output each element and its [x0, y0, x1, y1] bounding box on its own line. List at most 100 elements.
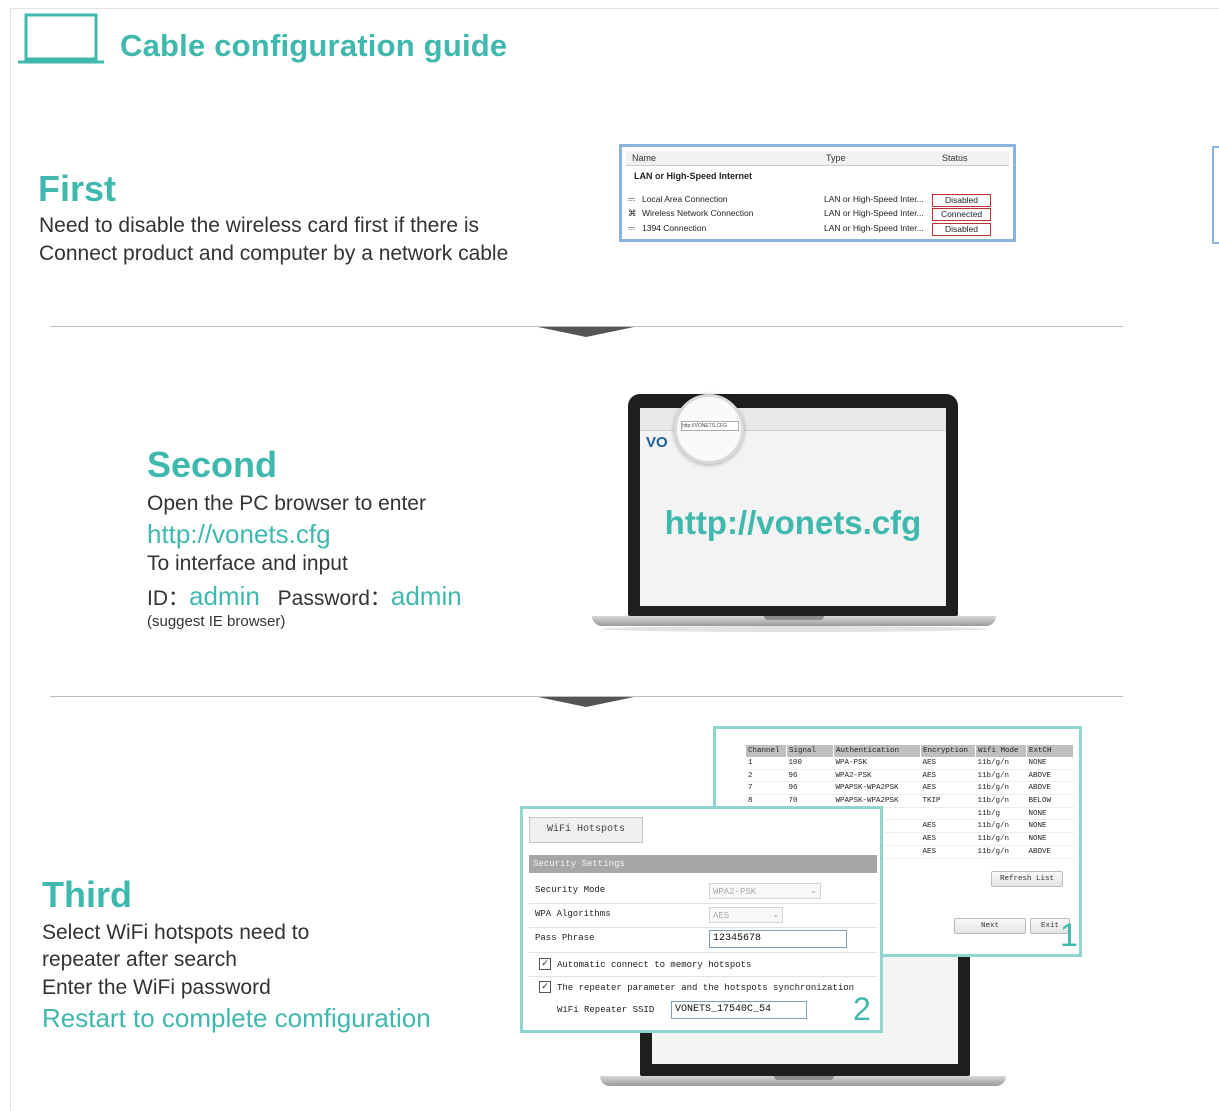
cell-mode: 11b/g/n	[975, 794, 1027, 808]
col-signal: Signal	[786, 745, 834, 757]
cell-encryption: AES	[920, 819, 976, 834]
cell-encryption: TKIP	[920, 794, 976, 808]
status-badge: Disabled	[932, 194, 991, 207]
laptop-notch	[774, 1076, 834, 1080]
sync-label: The repeater parameter and the hotspots …	[557, 983, 855, 993]
wpa-algorithms-select[interactable]: AES ⌄	[709, 907, 783, 923]
cell-mode: 11b/g/n	[975, 819, 1027, 834]
screen-url-text: http://vonets.cfg	[664, 504, 922, 541]
chevron-down-icon: ⌄	[810, 887, 817, 896]
step-second-title: Second	[147, 444, 278, 485]
cell-extch: NONE	[1026, 832, 1074, 846]
row-divider	[529, 927, 877, 928]
connection-row[interactable]: ⎓ Local Area Connection LAN or High-Spee…	[628, 193, 1008, 207]
laptop-outline-icon	[18, 13, 104, 64]
frame-left-border	[10, 8, 11, 1111]
table-row[interactable]: 7 96 WPAPSK-WPA2PSK AES 11b/g/n ABOVE	[746, 781, 1074, 796]
step-first-line1: Need to disable the wireless card first …	[39, 214, 480, 237]
pass-phrase-input[interactable]: 12345678	[709, 930, 847, 948]
tab-wifi-hotspots[interactable]: WiFi Hotspots	[529, 817, 643, 843]
cell-extch: ABOVE	[1026, 781, 1074, 796]
connection-row[interactable]: ⌘ Wireless Network Connection LAN or Hig…	[628, 207, 1008, 221]
callout-number-1: 1	[1060, 917, 1078, 953]
cell-extch: NONE	[1026, 807, 1074, 821]
cell-encryption: AES	[920, 781, 976, 796]
cell-extch: BELOW	[1026, 794, 1074, 808]
connection-type: LAN or High-Speed Inter...	[824, 223, 924, 233]
credentials-line: ID：admin Password：admin	[147, 582, 462, 613]
status-badge: Disabled	[932, 223, 991, 236]
step-first-line2: Connect product and computer by a networ…	[39, 242, 509, 265]
chevron-down-icon: ⌄	[772, 911, 779, 920]
browser-address-bar[interactable]: http://VONETS.CFG	[681, 421, 739, 431]
table-row[interactable]: 2 96 WPA2-PSK AES 11b/g/n ABOVE	[746, 769, 1074, 783]
cell-encryption: AES	[920, 757, 976, 770]
cell-encryption: AES	[920, 769, 976, 783]
row-divider	[529, 903, 877, 904]
security-mode-select[interactable]: WPA2-PSK ⌄	[709, 883, 821, 899]
cell-mode: 11b/g/n	[975, 845, 1027, 859]
pass-phrase-label: Pass Phrase	[535, 933, 595, 943]
col-type-header: Type	[826, 153, 846, 163]
wpa-algorithms-value: AES	[713, 911, 730, 921]
row-divider	[529, 952, 877, 953]
step-second-line1: Open the PC browser to enter	[147, 492, 426, 515]
address-bar-magnifier: http://VONETS.CFG	[674, 394, 744, 464]
cell-auth: WPAPSK-WPA2PSK	[833, 781, 921, 796]
status-badge: Connected	[932, 208, 991, 221]
connection-group-label: LAN or High-Speed Internet	[634, 171, 753, 181]
cell-channel: 1	[746, 757, 787, 770]
security-mode-label: Security Mode	[535, 885, 606, 895]
network-connections-panel: Name Type Status LAN or High-Speed Inter…	[619, 144, 1016, 242]
cell-channel: 7	[746, 781, 787, 796]
col-encryption: Encryption	[920, 745, 976, 757]
step-second-line2: To interface and input	[147, 552, 348, 575]
refresh-list-button[interactable]: Refresh List	[991, 871, 1063, 887]
laptop-illustration: VO http://VONETS.CFG http://vonets.cfg	[592, 392, 996, 634]
laptop-lid: VO http://VONETS.CFG http://vonets.cfg	[628, 394, 958, 616]
step-first-title: First	[38, 168, 117, 209]
cell-signal: 96	[786, 769, 834, 783]
browser-note: (suggest IE browser)	[147, 613, 286, 630]
col-name-header: Name	[632, 153, 657, 163]
cell-mode: 11b/g/n	[975, 757, 1027, 770]
cell-auth: WPA2-PSK	[833, 769, 921, 783]
config-url-link[interactable]: http://vonets.cfg	[147, 520, 331, 548]
cell-mode: 11b/g/n	[975, 832, 1027, 846]
row-divider	[529, 976, 877, 977]
cell-extch: NONE	[1026, 819, 1074, 834]
cell-mode: 11b/g	[975, 807, 1027, 821]
callout-number-2: 2	[853, 991, 871, 1027]
sync-checkbox[interactable]: ✓	[539, 981, 551, 993]
adjacent-panel-fragment	[1212, 146, 1219, 244]
laptop-notch	[764, 616, 824, 620]
laptop-screen: VO http://VONETS.CFG http://vonets.cfg	[640, 394, 946, 606]
repeater-ssid-label: WiFi Repeater SSID	[557, 1005, 655, 1015]
password-value: admin	[390, 581, 462, 611]
cell-signal: 100	[786, 757, 834, 770]
connection-row[interactable]: ⎓ 1394 Connection LAN or High-Speed Inte…	[628, 222, 1008, 236]
network-panel-header: Name Type Status	[626, 151, 1009, 166]
table-header-row: Channel Signal Authentication Encryption…	[746, 745, 1074, 757]
col-extch: ExtCH	[1026, 745, 1074, 757]
repeater-ssid-input[interactable]: VONETS_17540C_54	[671, 1001, 807, 1019]
cell-extch: ABOVE	[1026, 769, 1074, 783]
wifi-settings-window: WiFi Hotspots Security Settings Security…	[520, 806, 883, 1033]
cell-mode: 11b/g/n	[975, 781, 1027, 796]
auto-connect-checkbox[interactable]: ✓	[539, 958, 551, 970]
connection-type: LAN or High-Speed Inter...	[824, 194, 924, 204]
security-settings-header: Security Settings	[529, 855, 877, 873]
id-label: ID：	[147, 587, 189, 610]
laptop-shadow	[602, 626, 986, 632]
cell-extch: ABOVE	[1026, 845, 1074, 859]
wireless-signal-icon: ⌘	[628, 208, 637, 218]
auto-connect-label: Automatic connect to memory hotspots	[557, 960, 752, 970]
step-third-line2: repeater after search	[42, 948, 237, 971]
col-authentication: Authentication	[833, 745, 921, 757]
down-arrow-icon	[538, 697, 634, 707]
table-row[interactable]: 1 100 WPA-PSK AES 11b/g/n NONE	[746, 757, 1074, 770]
step-third-line3: Enter the WiFi password	[42, 976, 271, 999]
cell-encryption	[920, 807, 976, 821]
next-button[interactable]: Next	[954, 918, 1026, 934]
frame-top-border	[10, 8, 1219, 9]
